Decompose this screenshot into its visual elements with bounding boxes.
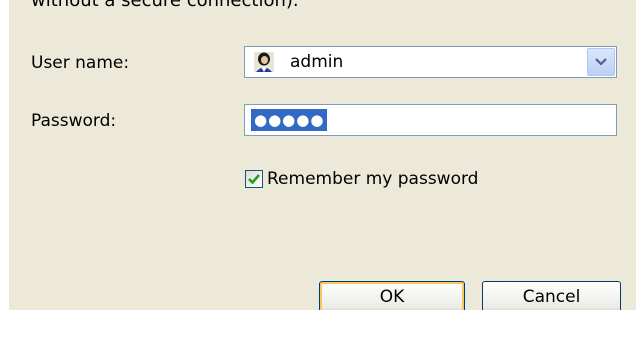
checkmark-icon bbox=[248, 174, 260, 185]
login-dialog: without a secure connection). User name:… bbox=[9, 0, 636, 310]
remember-password-checkbox[interactable] bbox=[245, 170, 263, 188]
username-label: User name: bbox=[31, 53, 130, 73]
remember-password-checkbox-row[interactable]: Remember my password bbox=[245, 168, 478, 190]
username-combobox[interactable]: admin bbox=[244, 46, 617, 78]
password-masked-value: ●●●●● bbox=[251, 109, 328, 131]
username-dropdown-button[interactable] bbox=[587, 48, 615, 76]
ok-button[interactable]: OK bbox=[319, 281, 465, 310]
cancel-button[interactable]: Cancel bbox=[482, 281, 621, 310]
user-account-icon bbox=[253, 51, 275, 73]
dialog-message-cutoff: without a secure connection). bbox=[31, 0, 299, 11]
chevron-down-icon bbox=[595, 58, 607, 66]
username-value: admin bbox=[290, 52, 344, 72]
password-label: Password: bbox=[31, 111, 117, 131]
password-field[interactable]: ●●●●● bbox=[244, 104, 617, 136]
remember-password-label: Remember my password bbox=[267, 169, 479, 189]
